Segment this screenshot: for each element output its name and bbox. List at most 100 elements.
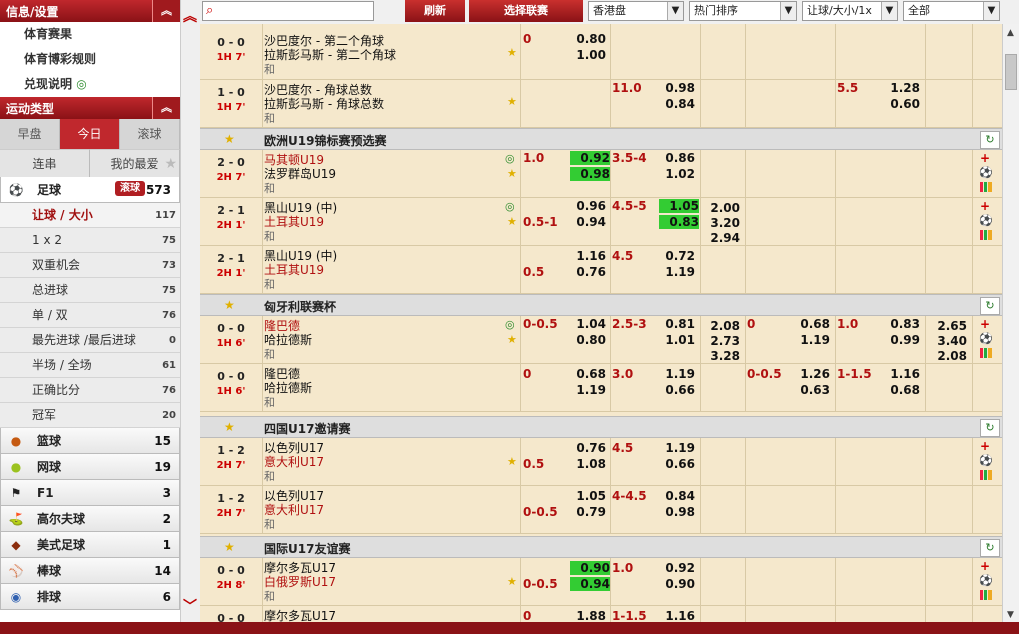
odds-value[interactable]: 0.79 [566, 505, 606, 519]
favorite-star-icon[interactable]: ★ [507, 46, 517, 59]
search-input[interactable]: ⌕ [202, 1, 374, 21]
odds-value[interactable]: 0.90 [570, 561, 610, 575]
favorite-star-icon[interactable]: ★ [507, 575, 517, 588]
odds-value[interactable]: 1.05 [659, 199, 699, 213]
bet-type-outright[interactable]: 冠军 20 [0, 403, 180, 428]
odds-value[interactable]: 3.28 [700, 349, 740, 363]
soccer-ball-icon[interactable]: ⚽ [979, 454, 993, 467]
odds-value[interactable]: 1.19 [655, 265, 695, 279]
bet-type-odd-even[interactable]: 单 / 双 76 [0, 303, 180, 328]
tab-live[interactable]: 滚球 [120, 119, 180, 149]
odds-value[interactable]: 1.04 [566, 317, 606, 331]
scroll-up-icon[interactable]: ︽ [183, 6, 197, 26]
odds-value[interactable]: 0.76 [566, 441, 606, 455]
odds-value[interactable]: 0.94 [566, 215, 606, 229]
odds-value[interactable]: 0.90 [655, 577, 695, 591]
favorite-star-icon[interactable]: ★ [507, 95, 517, 108]
refresh-button[interactable]: 刷新 [405, 0, 465, 22]
refresh-icon[interactable]: ↻ [980, 297, 1000, 315]
bet-type-correct-score[interactable]: 正确比分 76 [0, 378, 180, 403]
sport-f1[interactable]: ⚑ F1 3 [0, 480, 180, 506]
league-header[interactable]: ★ 欧洲U19锦标赛预选赛 ↻ [200, 128, 1002, 150]
odds-value[interactable]: 0.98 [655, 505, 695, 519]
odds-value[interactable]: 0.81 [655, 317, 695, 331]
sport-volleyball[interactable]: ◉ 排球 6 [0, 584, 180, 610]
scroll-down-icon[interactable]: ▼ [1007, 610, 1014, 620]
odds-value[interactable]: 1.02 [655, 167, 695, 181]
live-badge[interactable]: 滚球 [115, 181, 145, 196]
odds-value[interactable]: 1.16 [655, 609, 695, 622]
sport-basketball[interactable]: ● 篮球 15 [0, 428, 180, 454]
odds-value[interactable]: 1.16 [566, 249, 606, 263]
odds-value[interactable]: 1.88 [566, 609, 606, 622]
collapse-icon[interactable]: ︽ [152, 97, 180, 119]
odds-value[interactable]: 0.80 [566, 333, 606, 347]
more-markets-icon[interactable]: + [980, 151, 990, 165]
odds-value[interactable]: 1.01 [655, 333, 695, 347]
odds-value[interactable]: 0.66 [655, 383, 695, 397]
stats-chart-icon[interactable] [980, 470, 992, 480]
odds-value[interactable]: 2.08 [927, 349, 967, 363]
refresh-icon[interactable]: ↻ [980, 131, 1000, 149]
odds-type-select[interactable]: 香港盘 ▼ [588, 1, 684, 21]
sidebar-item-cashout[interactable]: 兑现说明 ◎ [0, 72, 180, 97]
odds-value[interactable]: 2.08 [700, 319, 740, 333]
filter-select[interactable]: 全部 ▼ [903, 1, 1000, 21]
sidebar-scrollbar[interactable]: ︽ ﹀ [180, 0, 200, 622]
market-select[interactable]: 让球/大小/1x ▼ [802, 1, 898, 21]
stats-chart-icon[interactable] [980, 348, 992, 358]
select-league-button[interactable]: 选择联赛 [469, 0, 583, 22]
sport-football[interactable]: ⚽ 足球 滚球 573 [0, 177, 180, 203]
odds-value[interactable]: 1.19 [655, 367, 695, 381]
sport-tennis[interactable]: ● 网球 19 [0, 454, 180, 480]
odds-value[interactable]: 0.98 [570, 167, 610, 181]
stats-chart-icon[interactable] [980, 182, 992, 192]
odds-value[interactable]: 0.68 [880, 383, 920, 397]
odds-value[interactable]: 0.98 [655, 81, 695, 95]
odds-value[interactable]: 0.92 [655, 561, 695, 575]
sport-type-header[interactable]: 运动类型 ︽ [0, 97, 180, 119]
odds-value[interactable]: 2.00 [700, 201, 740, 215]
odds-value[interactable]: 0.83 [659, 215, 699, 229]
favorite-star-icon[interactable]: ★ [224, 132, 235, 146]
odds-value[interactable]: 1.16 [880, 367, 920, 381]
more-markets-icon[interactable]: + [980, 559, 990, 573]
odds-value[interactable]: 1.00 [566, 48, 606, 62]
sport-golf[interactable]: ⛳ 高尔夫球 2 [0, 506, 180, 532]
soccer-ball-icon[interactable]: ⚽ [979, 332, 993, 345]
live-stream-icon[interactable]: ◎ [505, 152, 515, 165]
sport-baseball[interactable]: ⚾ 棒球 14 [0, 558, 180, 584]
tab-favorites[interactable]: 我的最爱 ★ [90, 149, 180, 177]
more-markets-icon[interactable]: + [980, 317, 990, 331]
odds-value[interactable]: 0.60 [880, 97, 920, 111]
soccer-ball-icon[interactable]: ⚽ [979, 166, 993, 179]
league-header[interactable]: ★ 四国U17邀请赛 ↻ [200, 416, 1002, 438]
league-header[interactable]: ★ 国际U17友谊赛 ↻ [200, 536, 1002, 558]
odds-value[interactable]: 1.26 [790, 367, 830, 381]
soccer-ball-icon[interactable]: ⚽ [979, 574, 993, 587]
odds-value[interactable]: 0.83 [880, 317, 920, 331]
sidebar-item-results[interactable]: 体育赛果 [0, 22, 180, 47]
odds-value[interactable]: 0.68 [790, 317, 830, 331]
tab-today[interactable]: 今日 [60, 119, 120, 149]
odds-value[interactable]: 3.40 [927, 334, 967, 348]
sort-select[interactable]: 热门排序 ▼ [689, 1, 797, 21]
odds-value[interactable]: 2.94 [700, 231, 740, 245]
more-markets-icon[interactable]: + [980, 199, 990, 213]
odds-value[interactable]: 1.19 [566, 383, 606, 397]
info-settings-header[interactable]: 信息/设置 ︽ [0, 0, 180, 22]
favorite-star-icon[interactable]: ★ [507, 455, 517, 468]
bet-type-first-last-goal[interactable]: 最先进球 /最后进球 0 [0, 328, 180, 353]
sport-american-football[interactable]: ◆ 美式足球 1 [0, 532, 180, 558]
collapse-icon[interactable]: ︽ [152, 0, 180, 22]
soccer-ball-icon[interactable]: ⚽ [979, 214, 993, 227]
odds-value[interactable]: 1.08 [566, 457, 606, 471]
bet-type-ht-ft[interactable]: 半场 / 全场 61 [0, 353, 180, 378]
bet-type-total-goals[interactable]: 总进球 75 [0, 278, 180, 303]
favorite-star-icon[interactable]: ★ [224, 540, 235, 554]
odds-value[interactable]: 0.68 [566, 367, 606, 381]
main-scrollbar[interactable]: ▲ ▼ [1002, 24, 1019, 622]
live-stream-icon[interactable]: ◎ [505, 200, 515, 213]
odds-value[interactable]: 3.20 [700, 216, 740, 230]
scroll-down-icon[interactable]: ﹀ [183, 596, 197, 616]
